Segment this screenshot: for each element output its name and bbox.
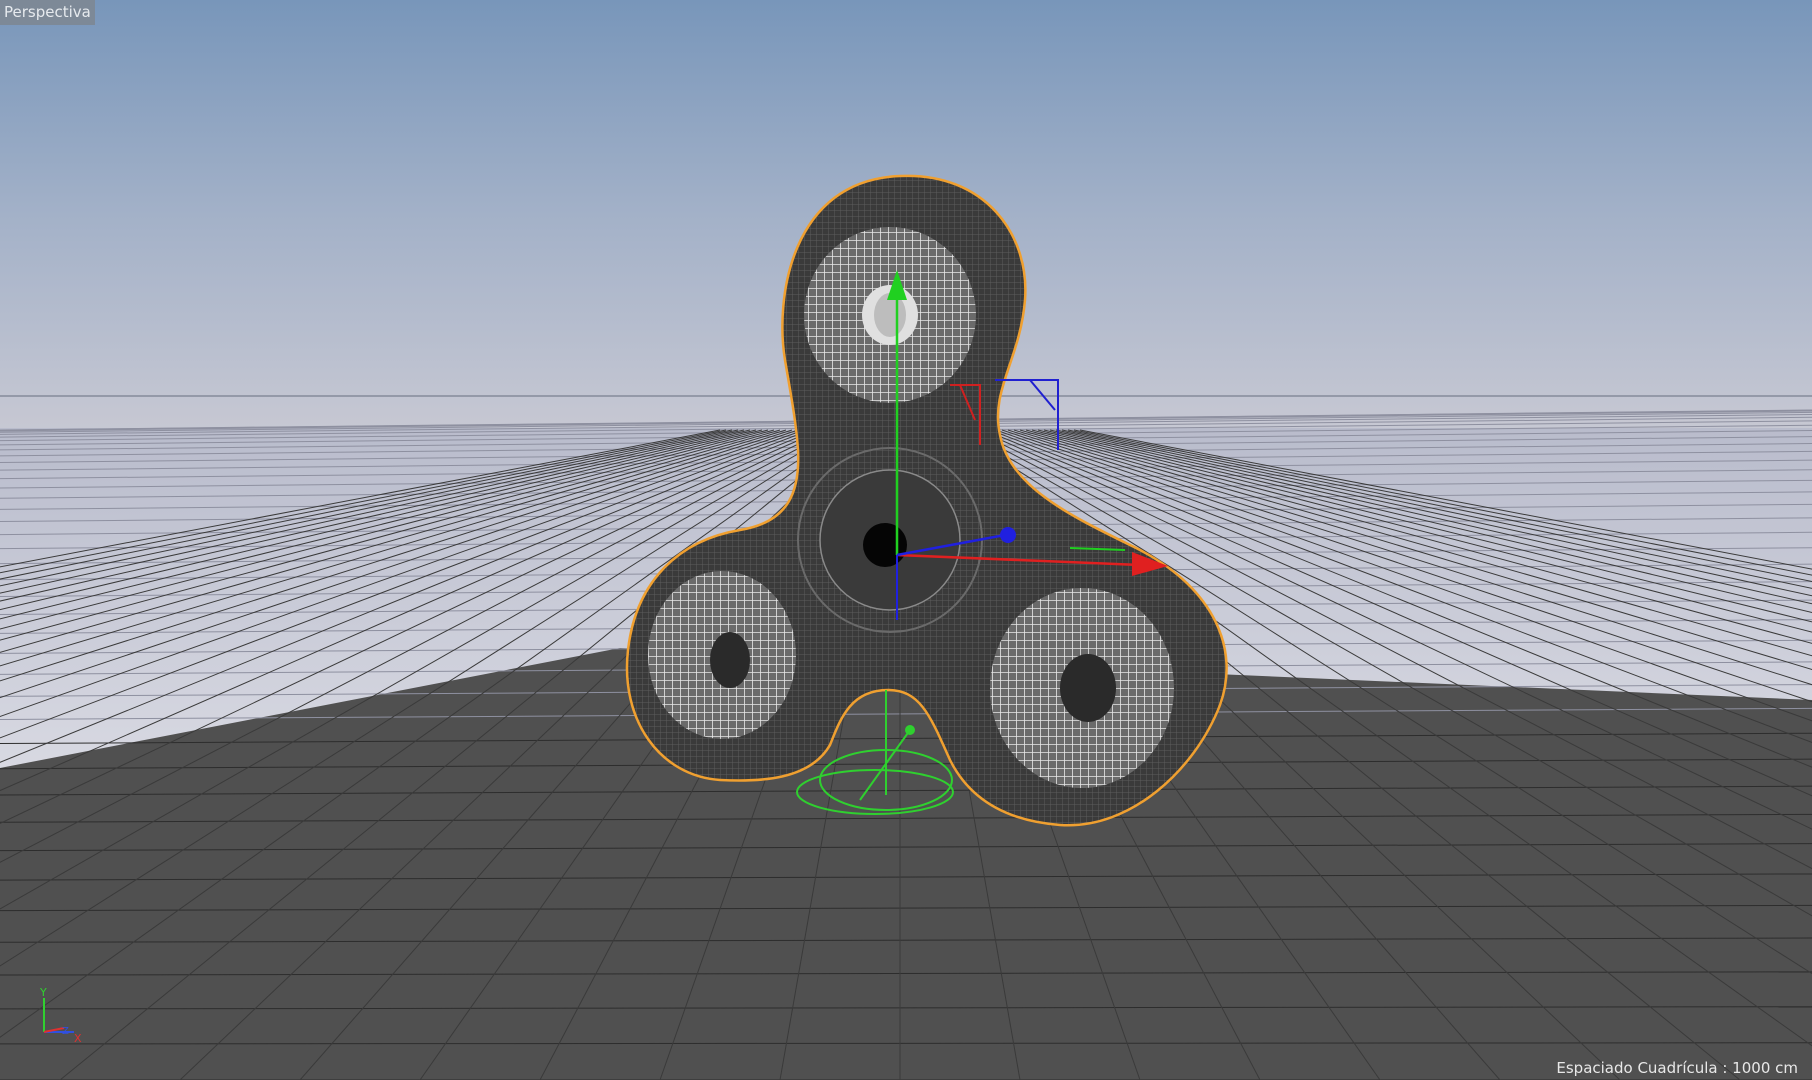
3d-viewport[interactable]: Perspectiva Y Z X Espaciado Cuadrícula :… — [0, 0, 1812, 1080]
axis-z-label: Z — [62, 1026, 69, 1037]
bearing-left — [648, 571, 796, 739]
axis-x-label: X — [74, 1032, 82, 1044]
world-axis-indicator: Y Z X — [39, 986, 82, 1044]
grid-spacing-readout: Espaciado Cuadrícula : 1000 cm — [1556, 1059, 1798, 1077]
bearing-right — [990, 588, 1174, 788]
center-hole — [863, 523, 907, 567]
view-name-label[interactable]: Perspectiva — [0, 0, 95, 25]
scene-canvas[interactable] — [0, 0, 1812, 1080]
gizmo-z-handle[interactable] — [1000, 527, 1016, 543]
bearing-top — [804, 227, 976, 403]
axis-y-label: Y — [39, 986, 47, 999]
